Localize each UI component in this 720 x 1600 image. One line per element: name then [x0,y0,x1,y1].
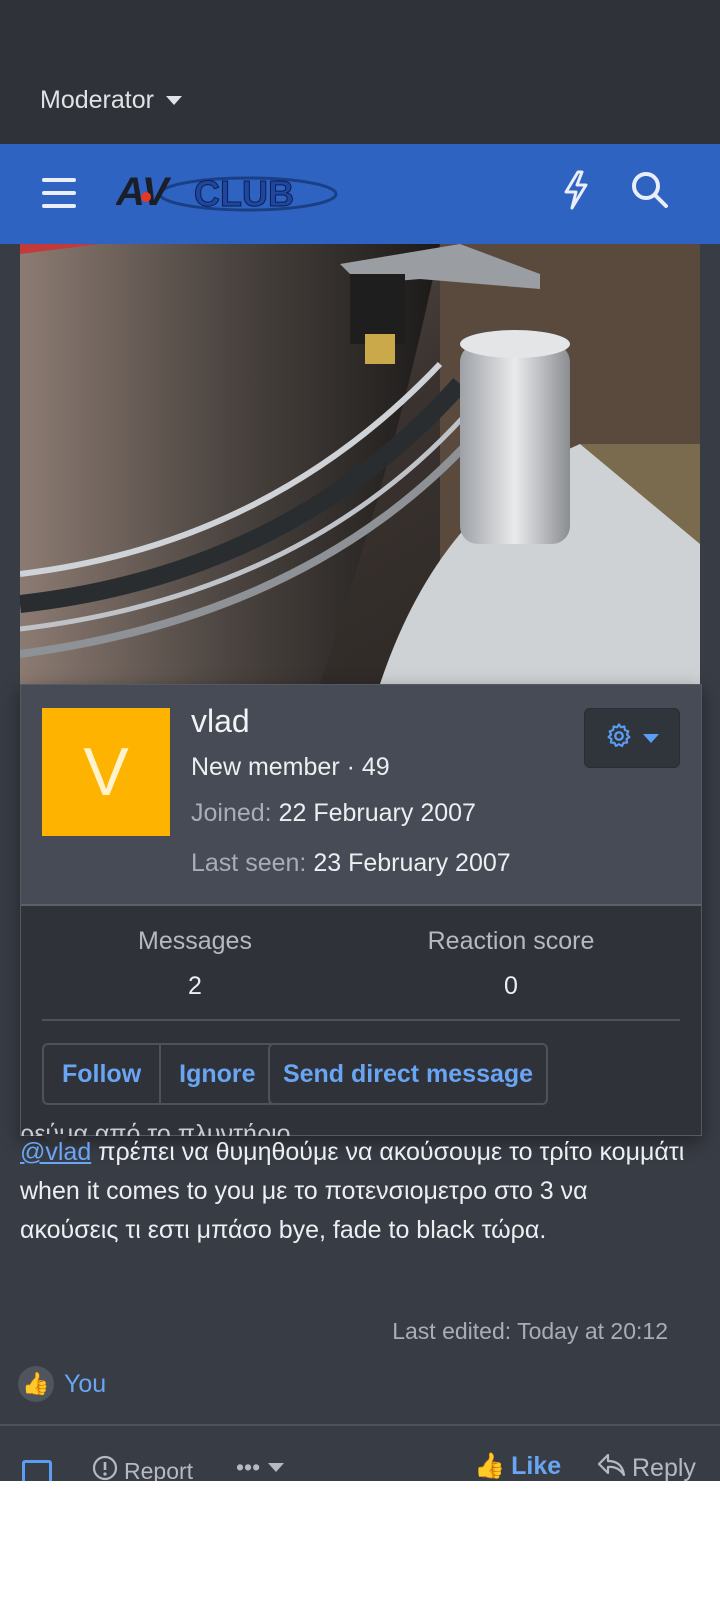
reactions-bar[interactable]: 👍 You [18,1366,106,1402]
stat-messages: Messages 2 [45,927,345,1001]
thumbs-up-icon: 👍 [18,1366,54,1402]
stat-label: Reaction score [427,927,595,955]
moderator-menu[interactable]: Moderator [40,86,182,115]
chevron-down-icon [268,1463,285,1472]
avatar-letter: V [83,734,129,810]
report-icon [92,1455,118,1481]
last-seen-label: Last seen: [191,849,307,877]
last-seen-value: 23 February 2007 [313,849,511,877]
post-text: πρέπει να θυμηθούμε να ακούσουμε το τρίτ… [20,1138,685,1244]
more-options-button[interactable]: ••• [236,1454,285,1481]
reaction-you-link[interactable]: You [64,1370,106,1399]
bottom-blank-area [0,1481,720,1600]
joined-row: Joined: 22 February 2007 [191,799,476,828]
report-button[interactable]: Report [92,1455,193,1481]
stat-value[interactable]: 0 [361,972,661,1001]
last-seen-row: Last seen: 23 February 2007 [191,849,511,878]
like-label: Like [511,1452,562,1480]
chevron-down-icon [643,733,659,743]
divider [42,1019,680,1021]
menu-icon[interactable] [42,178,76,208]
send-direct-message-button[interactable]: Send direct message [268,1043,548,1105]
thumbs-up-icon: 👍 [474,1452,506,1480]
reply-icon [596,1452,626,1481]
joined-label: Joined: [191,799,272,827]
user-mention-link[interactable]: @vlad [20,1138,91,1166]
gear-icon [605,722,633,755]
svg-text:AV: AV [116,170,172,214]
username[interactable]: vlad [191,703,250,740]
user-title: New member · 49 [191,753,390,781]
moderator-label: Moderator [40,86,154,114]
profile-banner-image [20,244,700,684]
post-body: @vlad πρέπει να θυμηθούμε να ακούσουμε τ… [20,1133,690,1250]
divider [0,1424,720,1426]
more-label: ••• [236,1454,261,1480]
member-card-header: V vlad New member · 49 Joined: 22 Februa… [21,685,701,906]
like-button[interactable]: 👍 Like [474,1452,561,1481]
reply-button[interactable]: Reply [596,1452,696,1481]
avatar[interactable]: V [42,708,170,836]
svg-text:CLUB: CLUB [194,173,294,214]
chevron-down-icon [165,96,182,105]
top-bar [0,0,720,144]
member-tools-button[interactable] [584,708,680,768]
member-tooltip-card: V vlad New member · 49 Joined: 22 Februa… [20,684,702,1136]
joined-value: 22 February 2007 [278,799,476,827]
ignore-button[interactable]: Ignore [161,1045,273,1103]
stat-reaction-score: Reaction score 0 [361,927,661,1001]
navbar [0,144,720,244]
stat-value[interactable]: 2 [45,972,345,1001]
site-logo[interactable]: AV CLUB [115,167,340,224]
report-label: Report [124,1457,194,1482]
follow-button[interactable]: Follow [44,1045,159,1103]
reply-label: Reply [632,1454,696,1481]
post-action-bar: Report ••• 👍 Like Reply [0,1440,720,1481]
follow-ignore-group: Follow Ignore [42,1043,276,1105]
stat-label: Messages [138,927,252,955]
search-icon[interactable] [630,170,670,215]
last-edited-note: Last edited: Today at 20:12 [392,1318,668,1344]
select-post-checkbox[interactable] [22,1460,52,1481]
lightning-icon[interactable] [560,170,592,215]
